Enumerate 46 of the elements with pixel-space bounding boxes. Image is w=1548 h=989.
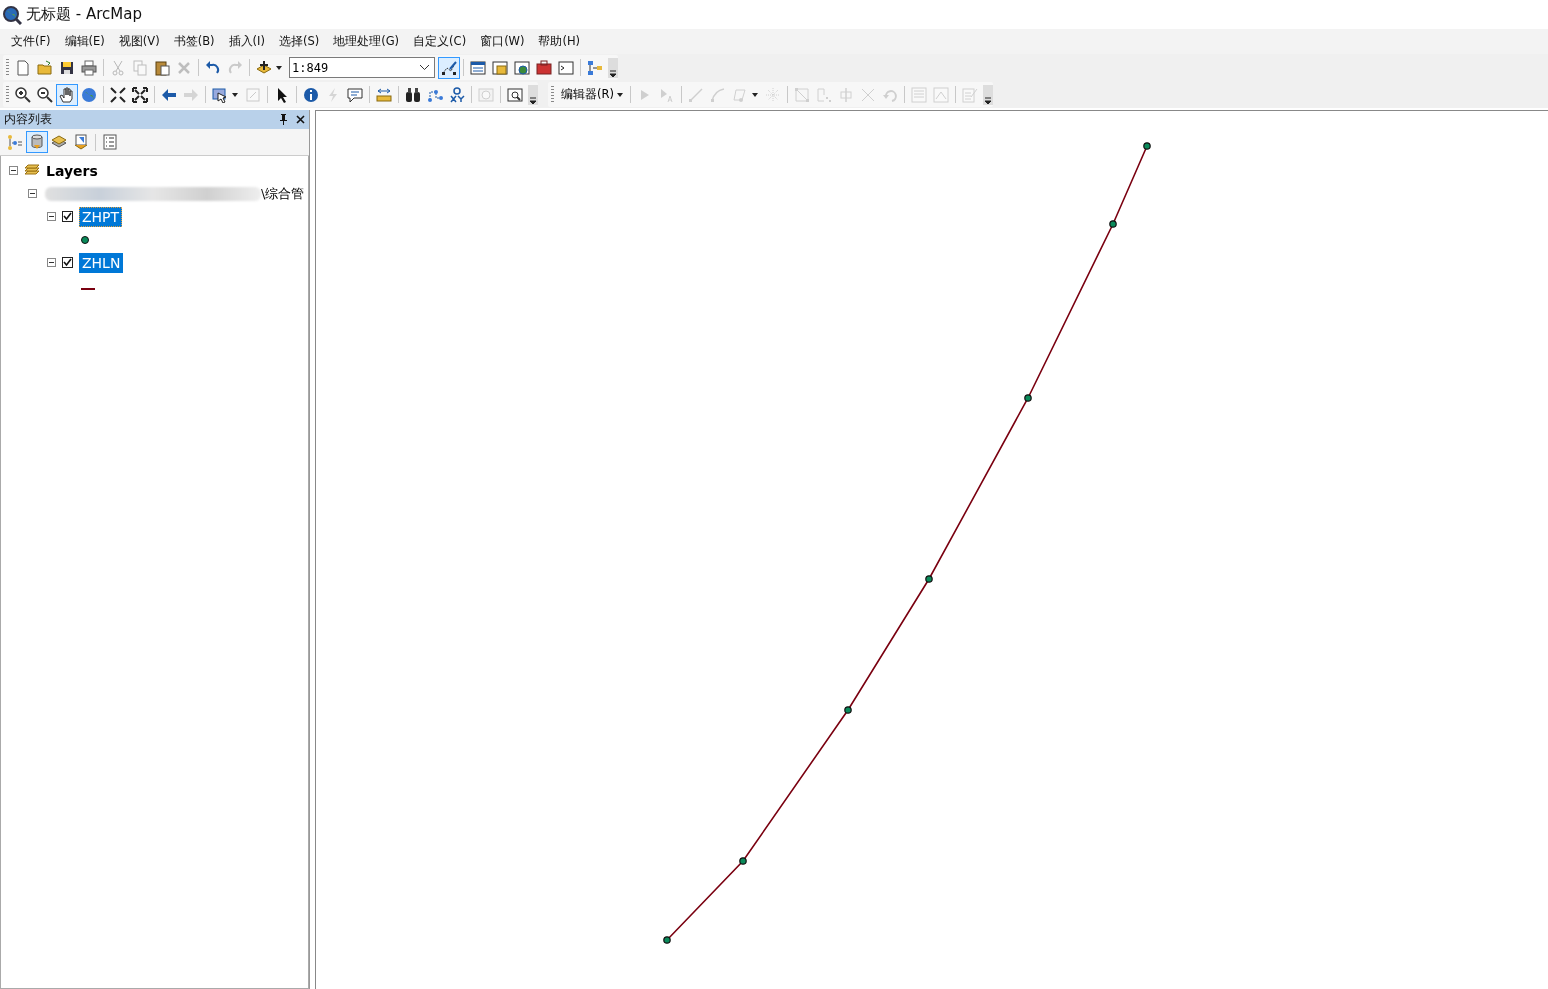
collapse-icon[interactable] xyxy=(47,212,56,221)
menu-item[interactable]: 窗口(W) xyxy=(473,32,532,51)
stacked-layers-icon xyxy=(24,163,40,178)
scale-dropdown[interactable]: 1:849 xyxy=(289,57,435,78)
editor-menu[interactable]: 编辑器(R) xyxy=(557,87,627,102)
menu-item[interactable]: 插入(I) xyxy=(221,32,272,51)
chevron-down-icon xyxy=(419,64,430,71)
layer-checkbox[interactable] xyxy=(62,211,73,222)
data-source-path[interactable]: \综合管 xyxy=(261,184,305,203)
point-feature xyxy=(844,706,852,714)
point-feature xyxy=(663,936,671,944)
close-icon[interactable] xyxy=(296,115,305,124)
caret-icon xyxy=(616,92,623,97)
caret-icon[interactable] xyxy=(750,90,759,99)
menu-item[interactable]: 书签(B) xyxy=(166,32,222,51)
pin-icon[interactable] xyxy=(279,114,288,125)
hand-icon[interactable] xyxy=(56,83,78,106)
menu-item[interactable]: 视图(V) xyxy=(111,32,167,51)
data-frame-label[interactable]: Layers xyxy=(46,162,98,179)
window-title: 无标题 - ArcMap xyxy=(26,5,142,24)
menu-item[interactable]: 自定义(C) xyxy=(406,32,474,51)
toolbar-overflow-icon[interactable] xyxy=(608,57,618,78)
point-feature xyxy=(1109,220,1117,228)
collapse-icon[interactable] xyxy=(47,258,56,267)
point-feature xyxy=(1024,394,1032,402)
collapse-icon[interactable] xyxy=(9,166,18,175)
menu-item[interactable]: 编辑(E) xyxy=(57,32,112,51)
panel-title: 内容列表 xyxy=(4,111,53,128)
menu-item[interactable]: 选择(S) xyxy=(271,32,327,51)
pencil-nodes-icon[interactable] xyxy=(438,56,460,79)
layer-checkbox[interactable] xyxy=(62,257,73,268)
collapse-icon[interactable] xyxy=(28,189,37,198)
point-feature xyxy=(925,575,933,583)
point-feature xyxy=(739,857,747,865)
menu-item[interactable]: 帮助(H) xyxy=(531,32,588,51)
layer-name[interactable]: ZHLN xyxy=(79,252,124,273)
toolbar-overflow-icon[interactable] xyxy=(982,84,993,105)
point-feature xyxy=(1143,142,1151,150)
layer-name[interactable]: ZHPT xyxy=(79,206,123,227)
menu-item[interactable]: 地理处理(G) xyxy=(326,32,407,51)
menu-item[interactable]: 文件(F) xyxy=(4,32,58,51)
toolbar-overflow-icon[interactable] xyxy=(528,84,538,105)
caret-icon[interactable] xyxy=(275,63,283,72)
cylinder-icon[interactable] xyxy=(26,131,48,153)
globe-magnifier-icon xyxy=(2,4,22,25)
caret-icon[interactable] xyxy=(231,90,239,99)
